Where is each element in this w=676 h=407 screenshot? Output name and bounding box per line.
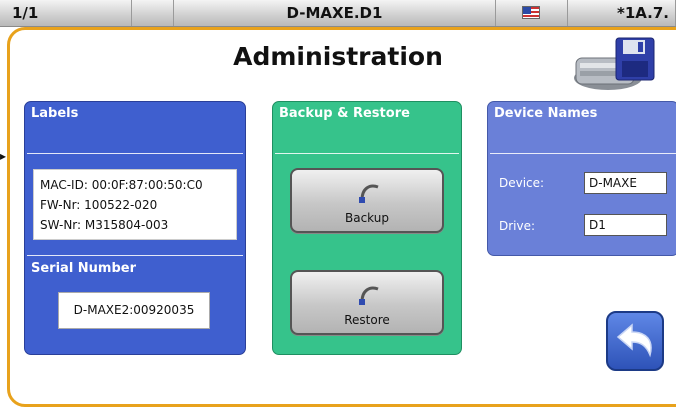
backup-restore-panel: Backup & Restore Backup Restore [272,101,462,355]
backup-panel-title: Backup & Restore [279,106,410,121]
device-names-title: Device Names [494,106,598,121]
serial-number-value: D-MAXE2:00920035 [58,292,210,329]
backup-button-label: Backup [345,211,389,225]
serial-number-title: Serial Number [31,261,137,276]
sw-number-text: SW-Nr: M315804-003 [40,218,169,232]
drive-label: Drive: [499,219,536,233]
backup-button[interactable]: Backup [290,168,444,233]
save-disk-icon [574,37,655,90]
language-selector[interactable] [496,0,568,26]
fw-number-text: FW-Nr: 100522-020 [40,198,158,212]
page-indicator: 1/1 [0,0,132,26]
status-bar: 1/1 D-MAXE.D1 *1A.7. [0,0,676,27]
back-arrow-icon [616,323,652,358]
mac-id-text: MAC-ID: 00:0F:87:00:50:C0 [40,178,203,192]
divider [275,153,459,154]
pointer-arrow-icon: ▸ [0,149,7,163]
divider [490,153,676,154]
labels-panel-title: Labels [31,106,79,121]
restore-button-label: Restore [344,313,390,327]
device-label: Device: [499,176,545,190]
undo-arrow-icon [359,184,379,203]
status-code: *1A.7. [568,0,676,26]
drive-name-input[interactable] [584,214,667,236]
device-names-panel: Device Names Device: Drive: [487,101,676,256]
undo-arrow-icon [359,286,379,305]
labels-info-box: MAC-ID: 00:0F:87:00:50:C0 FW-Nr: 100522-… [33,169,237,240]
labels-panel: Labels MAC-ID: 00:0F:87:00:50:C0 FW-Nr: … [24,101,246,355]
device-title: D-MAXE.D1 [174,0,496,26]
restore-button[interactable]: Restore [290,270,444,335]
back-button[interactable] [606,311,664,371]
divider [27,255,243,256]
status-blank-cell [132,0,174,26]
divider [27,153,243,154]
flag-icon [522,6,540,19]
device-name-input[interactable] [584,172,667,194]
